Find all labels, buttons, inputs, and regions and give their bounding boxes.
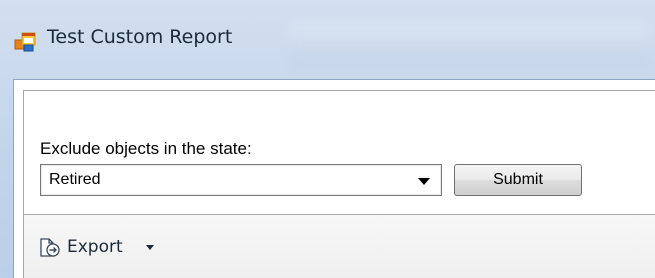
report-toolbar: Export	[23, 215, 655, 278]
title-bar-glass	[290, 22, 650, 66]
title-bar: Test Custom Report	[0, 0, 655, 80]
submit-button[interactable]: Submit	[454, 164, 582, 196]
state-dropdown[interactable]: Retired	[40, 164, 442, 196]
app-window-icon	[14, 32, 36, 52]
export-label: Export	[67, 237, 123, 257]
state-dropdown-value: Retired	[49, 171, 101, 188]
report-client-area: Exclude objects in the state: Retired Su…	[13, 79, 655, 278]
chevron-down-icon[interactable]	[418, 178, 430, 185]
window-title: Test Custom Report	[47, 26, 233, 48]
export-menu-button[interactable]: Export	[38, 235, 168, 261]
export-icon	[40, 238, 60, 257]
exclude-state-label: Exclude objects in the state:	[40, 139, 252, 158]
caret-down-icon	[146, 245, 154, 250]
report-window: Test Custom Report Exclude objects in th…	[0, 0, 655, 278]
